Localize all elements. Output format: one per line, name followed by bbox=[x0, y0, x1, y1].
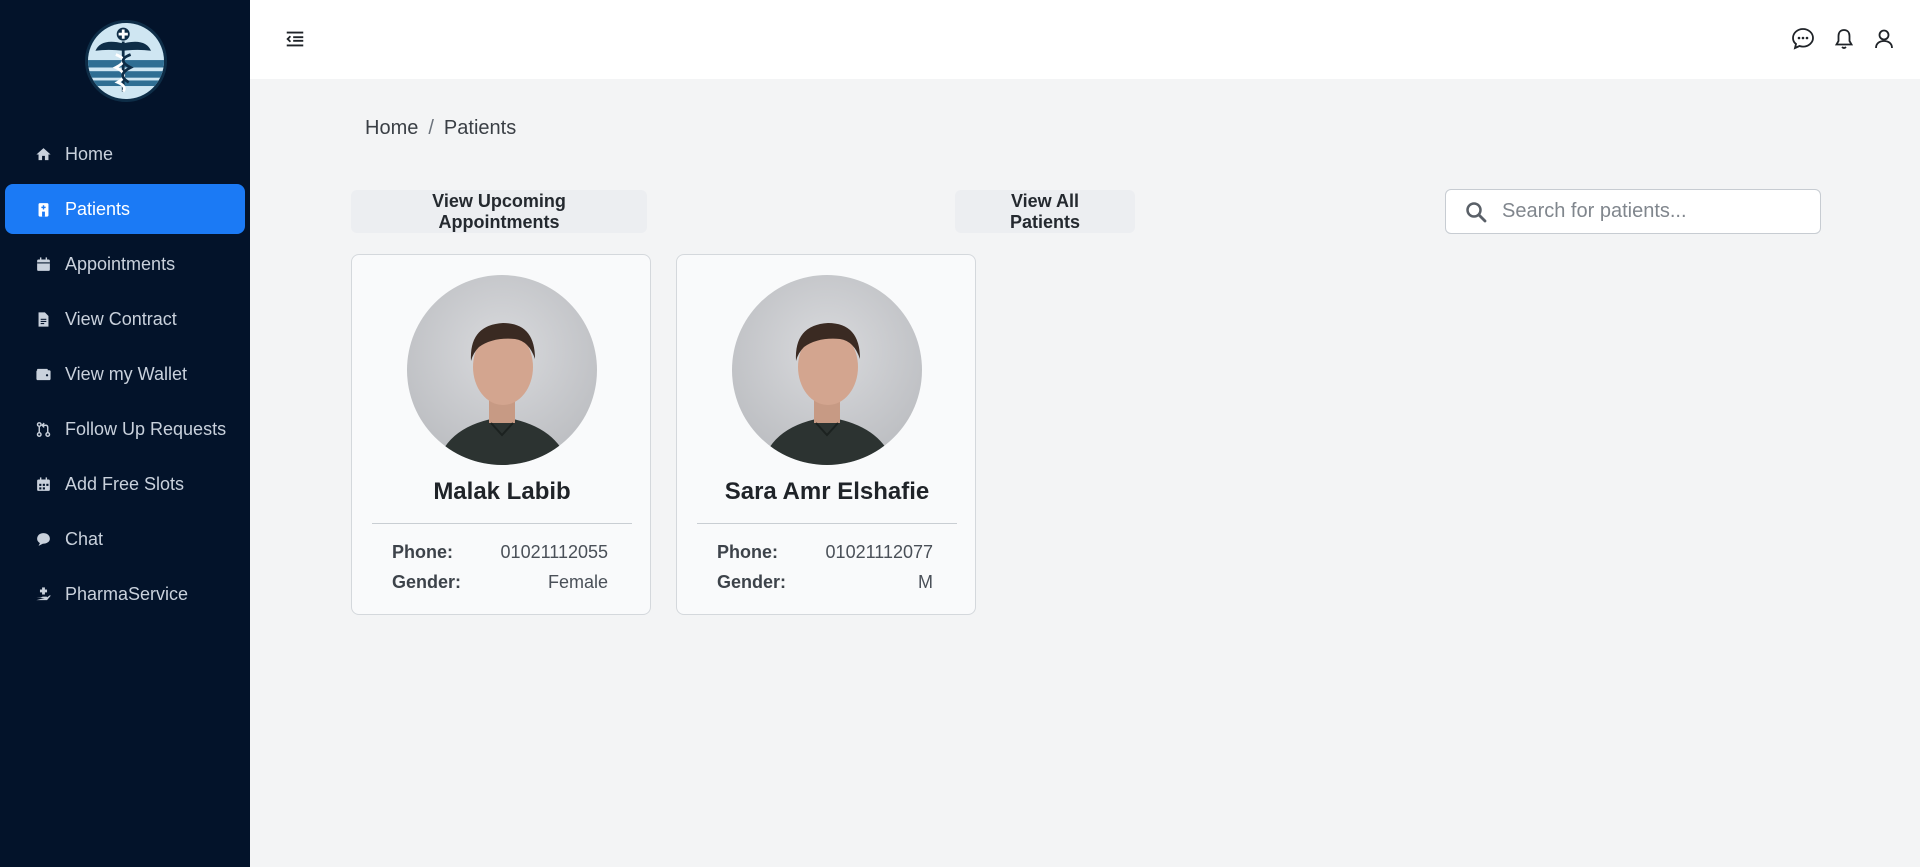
topbar bbox=[250, 0, 1920, 79]
sidebar-item-chat[interactable]: Chat bbox=[5, 514, 245, 564]
calendar-icon bbox=[34, 255, 52, 273]
view-all-patients-button[interactable]: View All Patients bbox=[955, 190, 1135, 233]
sidebar-item-label: PharmaService bbox=[65, 583, 189, 604]
hand-holding-medical-icon bbox=[34, 585, 52, 603]
phone-label: Phone: bbox=[717, 542, 778, 562]
patient-gender-row: Gender: Female bbox=[392, 572, 608, 593]
bell-icon[interactable] bbox=[1832, 27, 1856, 51]
patient-card[interactable]: Malak Labib Phone: 01021112055 Gender: F… bbox=[351, 254, 651, 615]
patient-name: Sara Amr Elshafie bbox=[724, 478, 930, 505]
sidebar-item-label: View my Wallet bbox=[65, 363, 188, 384]
sidebar-item-label: Patients bbox=[65, 198, 131, 219]
user-icon[interactable] bbox=[1872, 27, 1896, 51]
document-icon bbox=[34, 310, 52, 328]
sidebar-item-patients[interactable]: Patients bbox=[5, 184, 245, 234]
search-box bbox=[1445, 189, 1821, 234]
wallet-icon bbox=[34, 365, 52, 383]
calendar-grid-icon bbox=[34, 475, 52, 493]
card-divider bbox=[697, 523, 957, 524]
breadcrumb-home[interactable]: Home bbox=[365, 117, 418, 140]
sidebar-item-view-contract[interactable]: View Contract bbox=[5, 294, 245, 344]
patient-gender-row: Gender: M bbox=[717, 572, 933, 593]
gender-value: M bbox=[918, 572, 933, 592]
breadcrumb-current: Patients bbox=[443, 117, 517, 139]
gender-label: Gender: bbox=[392, 572, 462, 592]
sidebar-item-label: Add Free Slots bbox=[65, 473, 185, 494]
sidebar-item-label: Home bbox=[65, 143, 114, 164]
home-icon bbox=[34, 145, 52, 163]
sidebar-item-label: Appointments bbox=[65, 253, 176, 274]
phone-value: 01021112055 bbox=[500, 542, 608, 562]
patient-card[interactable]: Sara Amr Elshafie Phone: 01021112077 Gen… bbox=[676, 254, 976, 615]
git-pull-request-icon bbox=[34, 420, 52, 438]
sidebar-item-label: Follow Up Requests bbox=[65, 418, 227, 439]
breadcrumb: Home / Patients bbox=[365, 117, 516, 140]
patient-phone-row: Phone: 01021112077 bbox=[717, 542, 933, 563]
patient-name: Malak Labib bbox=[433, 478, 571, 505]
hospital-user-icon bbox=[34, 200, 52, 218]
patient-avatar bbox=[732, 275, 922, 465]
sidebar-item-home[interactable]: Home bbox=[5, 129, 245, 179]
caduceus-logo[interactable] bbox=[85, 20, 167, 102]
phone-label: Phone: bbox=[392, 542, 453, 562]
sidebar-item-appointments[interactable]: Appointments bbox=[5, 239, 245, 289]
sidebar-item-pharmaservice[interactable]: PharmaService bbox=[5, 569, 245, 619]
card-divider bbox=[372, 523, 632, 524]
sidebar-item-wallet[interactable]: View my Wallet bbox=[5, 349, 245, 399]
sidebar-item-add-free-slots[interactable]: Add Free Slots bbox=[5, 459, 245, 509]
messages-icon[interactable] bbox=[1791, 27, 1815, 51]
sidebar: Home Patients Appointments View Contract… bbox=[0, 0, 250, 867]
search-input[interactable] bbox=[1502, 200, 1802, 223]
patient-avatar bbox=[407, 275, 597, 465]
sidebar-item-follow-up-requests[interactable]: Follow Up Requests bbox=[5, 404, 245, 454]
gender-label: Gender: bbox=[717, 572, 787, 592]
phone-value: 01021112077 bbox=[825, 542, 933, 562]
chat-bubble-icon bbox=[34, 530, 52, 548]
patient-phone-row: Phone: 01021112055 bbox=[392, 542, 608, 563]
sidebar-nav: Home Patients Appointments View Contract… bbox=[0, 129, 250, 624]
sidebar-item-label: Chat bbox=[65, 528, 104, 549]
search-icon bbox=[1464, 200, 1488, 224]
gender-value: Female bbox=[547, 572, 608, 592]
breadcrumb-separator: / bbox=[428, 117, 434, 139]
menu-collapse-icon[interactable] bbox=[284, 28, 306, 50]
sidebar-item-label: View Contract bbox=[65, 308, 177, 329]
view-upcoming-appointments-button[interactable]: View Upcoming Appointments bbox=[351, 190, 647, 233]
